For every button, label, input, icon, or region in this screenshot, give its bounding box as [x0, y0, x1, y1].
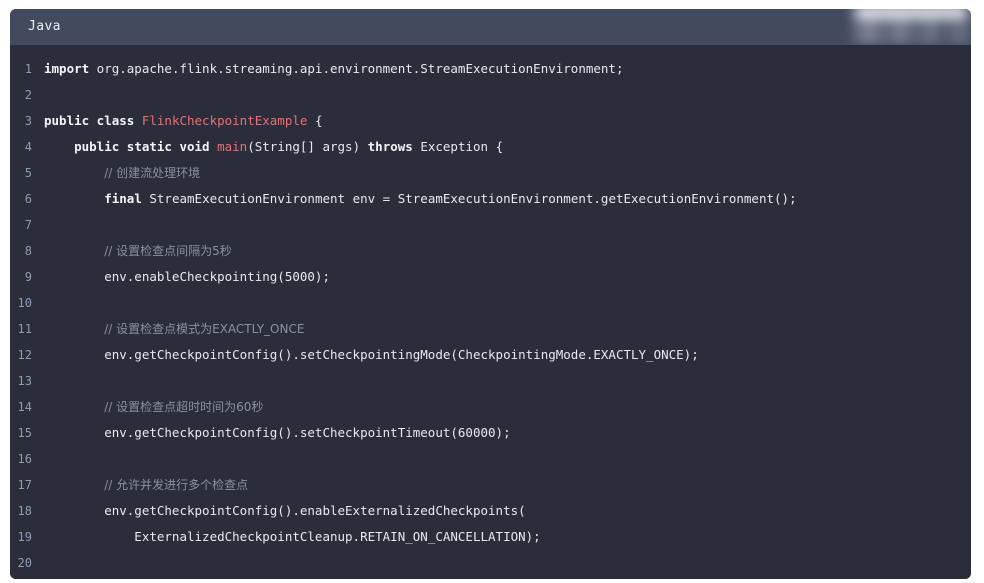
line-number: 17	[17, 478, 32, 492]
token-pl: env.enableCheckpointing(5000);	[44, 269, 330, 284]
code-line: 21 // 设置检查点存储位置	[10, 576, 971, 579]
token-pl: {	[307, 113, 323, 128]
line-number: 20	[17, 556, 32, 570]
token-cmt: // 创建流处理环境	[104, 166, 201, 180]
line-number: 12	[17, 348, 32, 362]
token-kw: final	[104, 191, 142, 206]
language-tab-java[interactable]: Java	[10, 9, 61, 45]
code-line: 10	[10, 290, 971, 316]
code-line: 3 public class FlinkCheckpointExample {	[10, 108, 971, 134]
token-pl: org.apache.flink.streaming.api.environme…	[89, 61, 624, 76]
line-content: import org.apache.flink.streaming.api.en…	[44, 56, 971, 82]
line-content: env.getCheckpointConfig().enableExternal…	[44, 498, 971, 524]
line-number: 10	[17, 296, 32, 310]
line-number: 2	[24, 88, 32, 102]
line-number: 18	[17, 504, 32, 518]
code-line: 17 // 允许并发进行多个检查点	[10, 472, 971, 498]
token-kw: public class	[44, 113, 142, 128]
code-line: 7	[10, 212, 971, 238]
token-pl: StreamExecutionEnvironment env = StreamE…	[141, 191, 797, 206]
code-line: 19 ExternalizedCheckpointCleanup.RETAIN_…	[10, 524, 971, 550]
line-number: 1	[24, 62, 32, 76]
code-line: 1 import org.apache.flink.streaming.api.e…	[10, 56, 971, 82]
code-line: 16	[10, 446, 971, 472]
line-number: 13	[17, 374, 32, 388]
line-number: 6	[24, 192, 32, 206]
token-kw: import	[44, 61, 90, 76]
line-number: 4	[24, 140, 32, 154]
token-cmt: // 设置检查点超时时间为60秒	[104, 400, 264, 414]
line-content: // 设置检查点超时时间为60秒	[44, 394, 971, 420]
code-line: 11 // 设置检查点模式为EXACTLY_ONCE	[10, 316, 971, 342]
line-content: // 允许并发进行多个检查点	[44, 472, 971, 498]
code-line: 4 public static void main(String[] args)…	[10, 134, 971, 160]
code-line: 12 env.getCheckpointConfig().setCheckpoi…	[10, 342, 971, 368]
code-block-body[interactable]: 1 import org.apache.flink.streaming.api.e…	[10, 45, 971, 579]
line-number: 9	[24, 270, 32, 284]
token-pl: (String[] args)	[247, 139, 368, 154]
code-line: 20	[10, 550, 971, 576]
line-content: // 创建流处理环境	[44, 160, 971, 186]
code-block-card: Java 1 import org.apache.flink.streaming.…	[10, 9, 971, 579]
token-cmt: // 设置检查点间隔为5秒	[104, 244, 232, 258]
code-line: 2	[10, 82, 971, 108]
token-pl: env.getCheckpointConfig().setCheckpointi…	[44, 347, 699, 362]
token-pl: env.getCheckpointConfig().enableExternal…	[44, 503, 526, 518]
line-number: 15	[17, 426, 32, 440]
token-cmt: // 设置检查点模式为EXACTLY_ONCE	[104, 322, 305, 336]
token-kw: throws	[367, 139, 413, 154]
line-number: 7	[24, 218, 32, 232]
line-content: public class FlinkCheckpointExample {	[44, 108, 971, 134]
line-number: 19	[17, 530, 32, 544]
line-content: // 设置检查点存储位置	[44, 576, 971, 579]
token-cmt: // 允许并发进行多个检查点	[104, 478, 249, 492]
code-line: 9 env.enableCheckpointing(5000);	[10, 264, 971, 290]
line-number: 14	[17, 400, 32, 414]
token-fn: main	[217, 139, 248, 154]
token-type: FlinkCheckpointExample	[141, 113, 308, 128]
code-block-header: Java	[10, 9, 971, 45]
line-content: ExternalizedCheckpointCleanup.RETAIN_ON_…	[44, 524, 971, 550]
code-line: 5 // 创建流处理环境	[10, 160, 971, 186]
line-number: 21	[10, 576, 44, 579]
line-content: env.enableCheckpointing(5000);	[44, 264, 971, 290]
line-content: // 设置检查点模式为EXACTLY_ONCE	[44, 316, 971, 342]
line-number: 16	[17, 452, 32, 466]
token-kw: public static void	[74, 139, 218, 154]
code-line: 6 final StreamExecutionEnvironment env =…	[10, 186, 971, 212]
code-line: 15 env.getCheckpointConfig().setCheckpoi…	[10, 420, 971, 446]
line-content: // 设置检查点间隔为5秒	[44, 238, 971, 264]
line-number: 11	[17, 322, 32, 336]
line-content: env.getCheckpointConfig().setCheckpointi…	[44, 342, 971, 368]
code-lines-container: 1 import org.apache.flink.streaming.api.e…	[10, 56, 971, 579]
code-line: 14 // 设置检查点超时时间为60秒	[10, 394, 971, 420]
line-number: 3	[24, 114, 32, 128]
code-line: 8 // 设置检查点间隔为5秒	[10, 238, 971, 264]
line-number: 8	[24, 244, 32, 258]
token-pl: env.getCheckpointConfig().setCheckpointT…	[44, 425, 511, 440]
token-pl: Exception {	[412, 139, 504, 154]
line-content: env.getCheckpointConfig().setCheckpointT…	[44, 420, 971, 446]
line-content: final StreamExecutionEnvironment env = S…	[44, 186, 971, 212]
line-number: 5	[24, 166, 32, 180]
line-content: public static void main(String[] args) t…	[44, 134, 971, 160]
token-pl: ExternalizedCheckpointCleanup.RETAIN_ON_…	[44, 529, 541, 544]
page-root: Java 1 import org.apache.flink.streaming.…	[0, 0, 984, 583]
redacted-badge-icon	[848, 10, 971, 44]
code-line: 18 env.getCheckpointConfig().enableExter…	[10, 498, 971, 524]
code-line: 13	[10, 368, 971, 394]
